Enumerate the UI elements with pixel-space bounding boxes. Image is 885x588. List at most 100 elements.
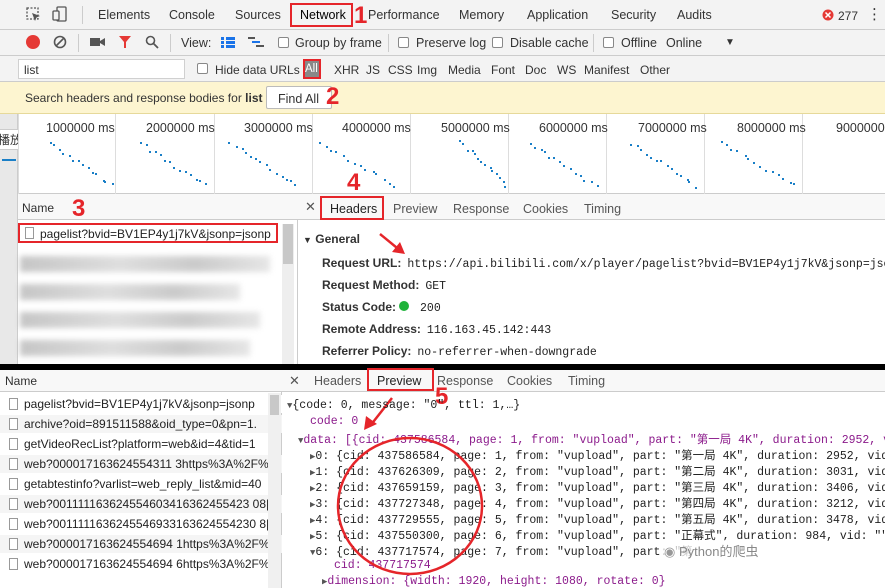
selected-request-row[interactable]: pagelist?bvid=BV1EP4y1j7kV&jsonp=jsonp (18, 223, 278, 243)
request-row[interactable]: archive?oid=891511588&oid_type=0&pn=1. (0, 415, 282, 433)
preserve-log-checkbox[interactable] (398, 37, 409, 48)
waterfall-dot (590, 181, 593, 184)
scrollbar-thumb[interactable] (283, 224, 293, 264)
waterfall-dot (639, 149, 642, 152)
filter-input[interactable]: list (18, 59, 185, 79)
filter-icon[interactable] (118, 35, 132, 49)
request-row[interactable]: pagelist?bvid=BV1EP4y1j7kV&jsonp=jsonp (0, 395, 282, 413)
tab-application[interactable]: Application (527, 8, 588, 22)
name-column-header[interactable]: Name (0, 370, 282, 392)
close-icon[interactable]: ✕ (289, 373, 300, 389)
waterfall-dot (736, 149, 739, 152)
waterfall-dot (764, 169, 767, 172)
filter-type-img[interactable]: Img (417, 63, 437, 77)
filter-type-font[interactable]: Font (491, 63, 515, 77)
throttling-select[interactable]: Online (666, 36, 702, 50)
request-row[interactable]: web?000017163624554311 3https%3A%2F%2 (0, 455, 282, 473)
request-row[interactable]: getabtestinfo?varlist=web_reply_list&mid… (0, 475, 282, 493)
waterfall-dot (184, 170, 187, 173)
waterfall-dot (688, 180, 691, 183)
filter-type-other[interactable]: Other (640, 63, 670, 77)
blurred-request-row (20, 256, 270, 272)
waterfall-dot (281, 176, 284, 179)
find-all-label: Find All (278, 92, 319, 106)
error-icon[interactable] (822, 9, 834, 21)
find-all-button[interactable]: Find All (266, 86, 332, 109)
waterfall-dot (112, 183, 115, 186)
tab-memory[interactable]: Memory (459, 8, 504, 22)
tab-timing[interactable]: Timing (584, 202, 621, 216)
scrollbar-track[interactable] (282, 224, 294, 364)
timeline-tick: 9000000 (836, 121, 885, 135)
request-row[interactable]: web?000017163624554694 6https%3A%2F%2 (0, 555, 282, 573)
waterfall-icon[interactable] (248, 37, 264, 48)
filter-input-value: list (24, 63, 39, 77)
tab-console[interactable]: Console (169, 8, 215, 22)
large-rows-icon[interactable] (221, 37, 235, 48)
waterfall-dot (285, 178, 288, 181)
request-row[interactable]: web?0011111636245546933163624554230 8| (0, 515, 282, 533)
tab-timing[interactable]: Timing (568, 374, 605, 388)
record-icon[interactable] (26, 35, 40, 49)
request-row[interactable]: getVideoRecList?platform=web&id=4&tid=1 (0, 435, 282, 453)
waterfall-dot (72, 159, 75, 162)
tab-cookies[interactable]: Cookies (523, 202, 568, 216)
offline-checkbox[interactable] (603, 37, 614, 48)
request-row[interactable]: web?000017163624554694 1https%3A%2F%2 (0, 535, 282, 553)
tab-audits[interactable]: Audits (677, 8, 712, 22)
tab-headers[interactable]: Headers (314, 374, 361, 388)
waterfall-dot (204, 183, 207, 186)
divider (82, 6, 83, 24)
hide-data-urls-checkbox[interactable] (197, 63, 208, 74)
filter-type-css[interactable]: CSS (388, 63, 413, 77)
waterfall-dot (498, 176, 501, 179)
filter-type-manifest[interactable]: Manifest (584, 63, 629, 77)
tab-performance[interactable]: Performance (368, 8, 440, 22)
request-row[interactable]: web?001111163624554603416362455423 08| (0, 495, 282, 513)
scrollbar-track[interactable] (268, 393, 281, 588)
search-icon[interactable] (145, 35, 159, 49)
waterfall-dot (474, 153, 477, 156)
waterfall-dot (95, 173, 98, 176)
blurred-request-row (20, 340, 250, 356)
tab-sources[interactable]: Sources (235, 8, 281, 22)
filter-type-all[interactable]: All (303, 59, 321, 79)
inspect-element-icon[interactable] (26, 7, 41, 22)
filter-type-js[interactable]: JS (366, 63, 380, 77)
video-camera-icon[interactable] (90, 36, 106, 48)
waterfall-dot (346, 160, 349, 163)
disable-cache-checkbox[interactable] (492, 37, 503, 48)
filter-type-xhr[interactable]: XHR (334, 63, 359, 77)
divider (388, 34, 389, 52)
scrollbar-thumb[interactable] (270, 395, 279, 415)
tab-cookies[interactable]: Cookies (507, 374, 552, 388)
filter-type-doc[interactable]: Doc (525, 63, 546, 77)
tab-elements[interactable]: Elements (98, 8, 150, 22)
chevron-down-icon[interactable]: ▼ (725, 37, 735, 48)
waterfall-dot (68, 154, 71, 157)
more-menu-icon[interactable]: ⋮ (867, 5, 882, 23)
waterfall-dot (173, 166, 176, 169)
error-count[interactable]: 277 (838, 9, 858, 23)
waterfall-dot (646, 153, 649, 156)
network-overview-timeline[interactable]: 1000000 ms 2000000 ms 3000000 ms 4000000… (18, 114, 885, 194)
waterfall-dot (483, 164, 486, 167)
tab-response[interactable]: Response (453, 202, 509, 216)
waterfall-dot (504, 185, 507, 188)
close-icon[interactable]: ✕ (305, 199, 316, 215)
tab-security[interactable]: Security (611, 8, 656, 22)
waterfall-dot (569, 167, 572, 170)
filter-type-ws[interactable]: WS (557, 63, 576, 77)
waterfall-dot (249, 156, 252, 159)
waterfall-dot (294, 184, 297, 187)
name-column-header[interactable]: Name (18, 194, 298, 220)
waterfall-dot (228, 141, 231, 144)
clear-icon[interactable] (53, 35, 67, 49)
json-root-line[interactable]: ▼{code: 0, message: "0", ttl: 1,…} (287, 399, 520, 412)
filter-type-media[interactable]: Media (448, 63, 481, 77)
waterfall-dot (326, 146, 329, 149)
device-toolbar-icon[interactable] (52, 6, 68, 23)
tab-preview[interactable]: Preview (393, 202, 437, 216)
group-by-frame-checkbox[interactable] (278, 37, 289, 48)
general-section-toggle[interactable]: ▼ General (303, 232, 360, 246)
